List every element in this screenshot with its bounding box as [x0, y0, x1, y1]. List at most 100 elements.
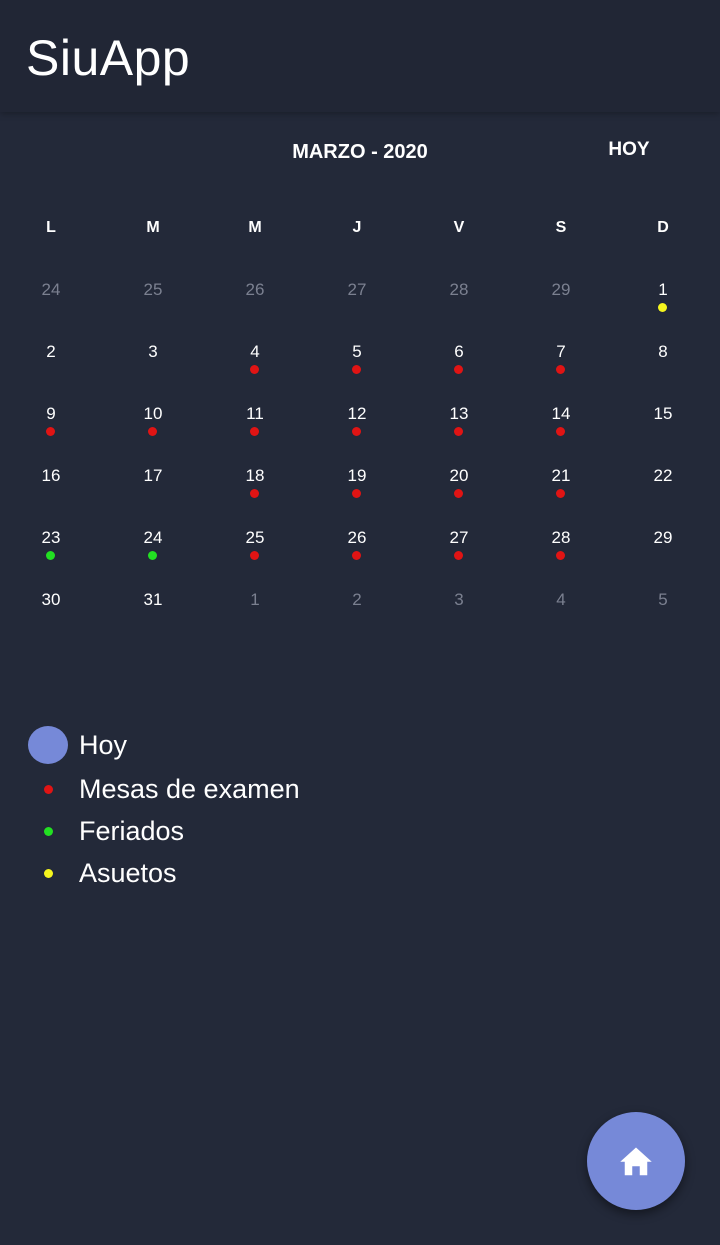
calendar-day[interactable]: 14 [510, 402, 612, 464]
day-number: 4 [250, 342, 260, 361]
calendar-day[interactable]: 24 [102, 526, 204, 588]
calendar-day[interactable]: 29 [510, 278, 612, 340]
day-number: 2 [46, 342, 56, 361]
exam-event-dot [454, 489, 463, 498]
holiday-event-dot [46, 551, 55, 560]
exam-event-dot [454, 551, 463, 560]
today-button[interactable]: HOY [594, 138, 664, 164]
calendar-day[interactable]: 18 [204, 464, 306, 526]
exam-event-dot [556, 551, 565, 560]
exam-event-dot [352, 427, 361, 436]
calendar-day[interactable]: 30 [0, 588, 102, 650]
asueto-dot-marker [43, 868, 53, 878]
calendar-day[interactable]: 3 [408, 588, 510, 650]
day-number: 27 [449, 528, 469, 547]
day-number: 26 [347, 528, 367, 547]
calendar-day[interactable]: 16 [0, 464, 102, 526]
exam-event-dot [352, 365, 361, 374]
calendar-day[interactable]: 11 [204, 402, 306, 464]
legend-marker-wrap [28, 725, 68, 765]
calendar-day[interactable]: 2 [306, 588, 408, 650]
exam-event-dot [352, 551, 361, 560]
calendar-day[interactable]: 21 [510, 464, 612, 526]
exam-event-dot [556, 365, 565, 374]
calendar-day[interactable]: 9 [0, 402, 102, 464]
day-number: 13 [449, 404, 469, 423]
legend-item-holidays: Feriados [28, 810, 300, 852]
day-number: 26 [245, 280, 265, 299]
calendar-day[interactable]: 20 [408, 464, 510, 526]
calendar-day[interactable]: 1 [612, 278, 714, 340]
weekday-label: S [555, 219, 567, 236]
day-number: 6 [454, 342, 464, 361]
day-number: 23 [41, 528, 61, 547]
calendar-day[interactable]: 5 [612, 588, 714, 650]
calendar-day[interactable]: 17 [102, 464, 204, 526]
day-number: 10 [143, 404, 163, 423]
calendar-day[interactable]: 28 [408, 278, 510, 340]
legend-label-today: Hoy [79, 730, 128, 760]
exam-event-dot [454, 365, 463, 374]
calendar-day[interactable]: 24 [0, 278, 102, 340]
calendar-day[interactable]: 1 [204, 588, 306, 650]
calendar-day[interactable]: 4 [510, 588, 612, 650]
weekday-label: D [657, 219, 669, 236]
calendar-day[interactable]: 27 [408, 526, 510, 588]
day-number: 20 [449, 466, 469, 485]
day-number: 24 [41, 280, 61, 299]
calendar-day[interactable]: 12 [306, 402, 408, 464]
calendar-day[interactable]: 27 [306, 278, 408, 340]
exam-event-dot [148, 427, 157, 436]
exam-dot-marker [43, 784, 53, 794]
calendar-day[interactable]: 4 [204, 340, 306, 402]
app-title: SiuApp [26, 30, 191, 86]
day-number: 16 [41, 466, 61, 485]
weekday-label: V [453, 219, 465, 236]
weekday-header-row: LMMJVSD [0, 216, 714, 240]
legend-marker-wrap [28, 853, 68, 893]
exam-event-dot [556, 489, 565, 498]
calendar-day[interactable]: 2 [0, 340, 102, 402]
calendar-day[interactable]: 10 [102, 402, 204, 464]
calendar-day[interactable]: 3 [102, 340, 204, 402]
day-number: 22 [653, 466, 673, 485]
calendar-day[interactable]: 5 [306, 340, 408, 402]
exam-event-dot [46, 427, 55, 436]
day-number: 28 [551, 528, 571, 547]
calendar-day[interactable]: 31 [102, 588, 204, 650]
calendar-day[interactable]: 15 [612, 402, 714, 464]
day-number: 21 [551, 466, 571, 485]
calendar-day[interactable]: 6 [408, 340, 510, 402]
day-number: 1 [250, 590, 260, 609]
calendar-day[interactable]: 29 [612, 526, 714, 588]
calendar-day[interactable]: 13 [408, 402, 510, 464]
calendar-grid: 24 25 26 27 28 29 1 2 3 4 5 6 7 8 9 10 11 12 13 14 15 16 17 18 1… [0, 278, 714, 650]
holiday-dot-marker [43, 826, 53, 836]
day-number: 27 [347, 280, 367, 299]
day-number: 18 [245, 466, 265, 485]
calendar-day[interactable]: 28 [510, 526, 612, 588]
calendar-day[interactable]: 22 [612, 464, 714, 526]
weekday-label: J [352, 219, 362, 236]
calendar-day[interactable]: 25 [102, 278, 204, 340]
calendar-day[interactable]: 26 [306, 526, 408, 588]
day-number: 5 [352, 342, 362, 361]
home-icon [620, 1147, 652, 1176]
calendar-day[interactable]: 8 [612, 340, 714, 402]
exam-event-dot [250, 489, 259, 498]
legend-label-holidays: Feriados [79, 816, 185, 846]
day-number: 8 [658, 342, 668, 361]
calendar-day[interactable]: 19 [306, 464, 408, 526]
legend-marker-wrap [28, 811, 68, 851]
calendar-day[interactable]: 23 [0, 526, 102, 588]
legend-label-asuetos: Asuetos [79, 858, 177, 888]
day-number: 30 [41, 590, 61, 609]
holiday-event-dot [148, 551, 157, 560]
calendar-day[interactable]: 7 [510, 340, 612, 402]
day-number: 24 [143, 528, 163, 547]
day-number: 29 [653, 528, 673, 547]
calendar-day[interactable]: 25 [204, 526, 306, 588]
calendar-day[interactable]: 26 [204, 278, 306, 340]
day-number: 12 [347, 404, 367, 423]
home-fab-button[interactable] [587, 1112, 685, 1210]
